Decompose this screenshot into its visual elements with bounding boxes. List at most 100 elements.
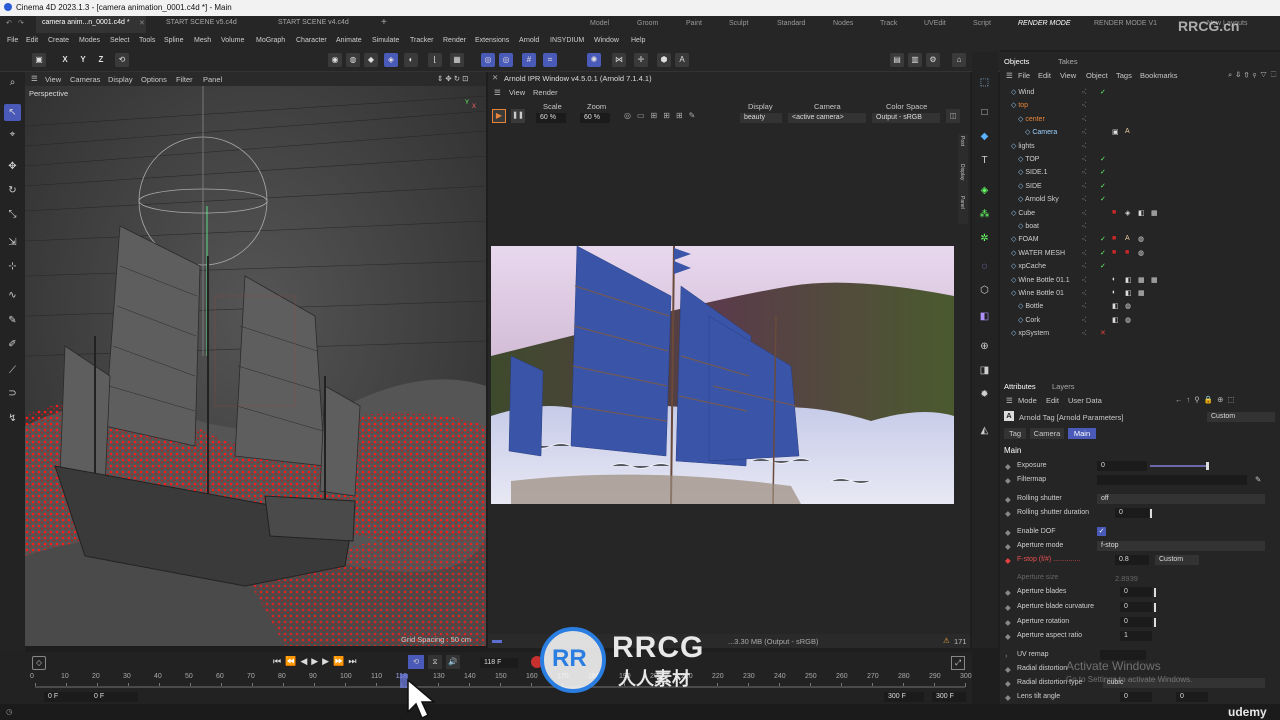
texture-mode-icon[interactable]: ◐ — [404, 53, 418, 67]
rolling-duration-field[interactable]: 0 — [1115, 508, 1149, 518]
enabled-check-icon[interactable]: ✓ — [1100, 182, 1106, 190]
warning-icon[interactable]: ⚠ — [943, 636, 950, 645]
layout-uvedit[interactable]: UVEdit — [924, 20, 946, 27]
sculpt-brush-icon[interactable]: ✎ — [4, 312, 21, 329]
scale-tool-icon[interactable]: ⤡ — [4, 206, 21, 223]
aperture-rotation-slider[interactable] — [1154, 618, 1156, 627]
keyframe-dot-icon[interactable]: ◆ — [1005, 679, 1011, 688]
visibility-toggle-icon[interactable]: ▫⁚ — [1082, 115, 1087, 123]
visibility-toggle-icon[interactable]: ▫⁚ — [1082, 142, 1087, 150]
object-tag-icon[interactable]: ■ — [1112, 249, 1116, 256]
viewport-menu-filter[interactable]: Filter — [176, 75, 193, 84]
arnold-icon[interactable]: A — [675, 53, 689, 67]
keyframe-dot-icon[interactable]: ◆ — [1005, 588, 1011, 597]
ipr-menu-render[interactable]: Render — [533, 88, 558, 97]
layout-groom[interactable]: Groom — [637, 20, 658, 27]
menu-insydium[interactable]: INSYDIUM — [550, 37, 584, 44]
enabled-check-icon[interactable]: ✓ — [1100, 235, 1106, 243]
object-list-item[interactable]: ◇ lights — [1011, 142, 1035, 150]
undo-icon[interactable]: ↶ — [6, 19, 12, 27]
object-list-item[interactable]: ◇ Camera — [1025, 128, 1057, 136]
object-tag-icon[interactable]: ◍ — [1125, 316, 1131, 324]
aperture-blades-field[interactable]: 0 — [1120, 587, 1152, 597]
object-list-item[interactable]: ◇ center — [1018, 115, 1045, 123]
object-list-item[interactable]: ◇ Wine Bottle 01.1 — [1011, 276, 1070, 284]
axis-y-button[interactable]: Y — [76, 53, 90, 67]
polygons-mode-icon[interactable]: ◆ — [364, 53, 378, 67]
ipr-pause-button[interactable]: ❚❚ — [511, 109, 525, 123]
hamburger-icon[interactable]: ☰ — [31, 74, 38, 83]
subtab-tag[interactable]: Tag — [1004, 428, 1026, 439]
light-icon[interactable]: ✺ — [587, 53, 601, 67]
menu-create[interactable]: Create — [48, 37, 69, 44]
aperture-aspect-field[interactable]: 1 — [1120, 631, 1152, 641]
grid-snap-icon[interactable]: # — [522, 53, 536, 67]
layout-script[interactable]: Script — [973, 20, 991, 27]
solo-icon[interactable]: ◎ — [481, 53, 495, 67]
ipr-view-tools-icons[interactable]: ◎▭⊞⊞⊞✎ — [624, 111, 701, 120]
snap-icon[interactable]: ⌊ — [428, 53, 442, 67]
object-tag-icon[interactable]: ▦ — [1151, 209, 1158, 217]
select-tool-icon[interactable]: ↖ — [4, 104, 21, 121]
layout-render-mode[interactable]: RENDER MODE — [1018, 20, 1071, 27]
visibility-toggle-icon[interactable]: ▫⁚ — [1082, 209, 1087, 217]
visibility-toggle-icon[interactable]: ▫⁚ — [1082, 262, 1087, 270]
object-tag-icon[interactable]: ■ — [1112, 235, 1116, 242]
object-tag-icon[interactable]: ◧ — [1112, 302, 1119, 310]
object-mode-icon[interactable]: ▣ — [32, 53, 46, 67]
close-ipr-icon[interactable]: ✕ — [492, 73, 498, 82]
visibility-toggle-icon[interactable]: ▫⁚ — [1082, 329, 1087, 337]
visibility-toggle-icon[interactable]: ▫⁚ — [1082, 128, 1087, 136]
viewport-nav-icons[interactable]: ⇕ ✥ ↻ ⊡ — [437, 74, 468, 83]
environment-icon[interactable]: ⊕ — [976, 338, 993, 355]
lens-tilt-y-field[interactable]: 0 — [1176, 692, 1208, 702]
timeline-track[interactable] — [35, 686, 965, 688]
object-list-item[interactable]: ◇ Wine Bottle 01 — [1011, 289, 1064, 297]
ipr-colorspace-select[interactable]: Output - sRGB — [872, 113, 940, 123]
visibility-toggle-icon[interactable]: ▫⁚ — [1082, 249, 1087, 257]
preview-end-field[interactable]: 300 F — [884, 692, 924, 702]
visibility-toggle-icon[interactable]: ▫⁚ — [1082, 182, 1087, 190]
object-tag-icon[interactable]: ▦ — [1151, 276, 1158, 284]
align-tool-icon[interactable]: ⊹ — [4, 258, 21, 275]
visibility-toggle-icon[interactable]: ▫⁚ — [1082, 155, 1087, 163]
camera-object-icon[interactable]: ◨ — [976, 362, 993, 379]
keyframe-dot-icon[interactable]: ◆ — [1005, 693, 1011, 702]
object-tag-icon[interactable]: ◧ — [1125, 289, 1132, 297]
object-tag-icon[interactable]: A — [1125, 128, 1130, 135]
dynamics-icon[interactable]: ⋈ — [612, 53, 626, 67]
home-icon[interactable]: ⌂ — [952, 53, 966, 67]
render-settings-icon[interactable]: ⚙ — [926, 53, 940, 67]
viewport-menu-options[interactable]: Options — [141, 75, 167, 84]
object-list-item[interactable]: ◇ WATER MESH — [1011, 249, 1065, 257]
keyframe-dot-icon[interactable]: ◆ — [1005, 495, 1011, 504]
field-icon[interactable]: ⬡ — [976, 282, 993, 299]
object-list-item[interactable]: ◇ SIDE.1 — [1018, 168, 1048, 176]
object-list-item[interactable]: ◇ FOAM — [1011, 235, 1039, 243]
transfer-tool-icon[interactable]: ⇲ — [4, 234, 21, 251]
keyframe-dot-icon[interactable]: ◆ — [1005, 603, 1011, 612]
menu-help[interactable]: Help — [631, 37, 645, 44]
viewport-menu-cameras[interactable]: Cameras — [70, 75, 100, 84]
layout-model[interactable]: Model — [590, 20, 609, 27]
visibility-toggle-icon[interactable]: ▫⁚ — [1082, 316, 1087, 324]
object-list-item[interactable]: ◇ Cube — [1011, 209, 1035, 217]
visibility-toggle-icon[interactable]: ▫⁚ — [1082, 222, 1087, 230]
layout-standard[interactable]: Standard — [777, 20, 805, 27]
object-list-item[interactable]: ◇ xpSystem — [1011, 329, 1049, 337]
filtermap-field[interactable] — [1097, 475, 1247, 485]
light-object-icon[interactable]: ✹ — [976, 386, 993, 403]
enabled-check-icon[interactable]: ✓ — [1100, 262, 1106, 270]
deformer-object-icon[interactable]: ◌ — [976, 258, 993, 275]
keyframe-dot-icon[interactable]: ◆ — [1005, 665, 1011, 674]
filtermap-picker-icon[interactable]: ✎ — [1255, 475, 1261, 484]
magnet-tool-icon[interactable]: ⊃ — [4, 385, 21, 402]
object-list-item[interactable]: ◇ Cork — [1018, 316, 1040, 324]
menu-arnold[interactable]: Arnold — [519, 37, 539, 44]
object-tag-icon[interactable]: ◧ — [1125, 276, 1132, 284]
ipr-snapshot-icon[interactable]: ◫ — [946, 109, 960, 123]
add-tab-icon[interactable]: + — [381, 17, 387, 28]
blade-curvature-field[interactable]: 0 — [1120, 602, 1152, 612]
menu-file[interactable]: File — [7, 37, 18, 44]
object-tag-icon[interactable]: ◍ — [1138, 249, 1144, 257]
